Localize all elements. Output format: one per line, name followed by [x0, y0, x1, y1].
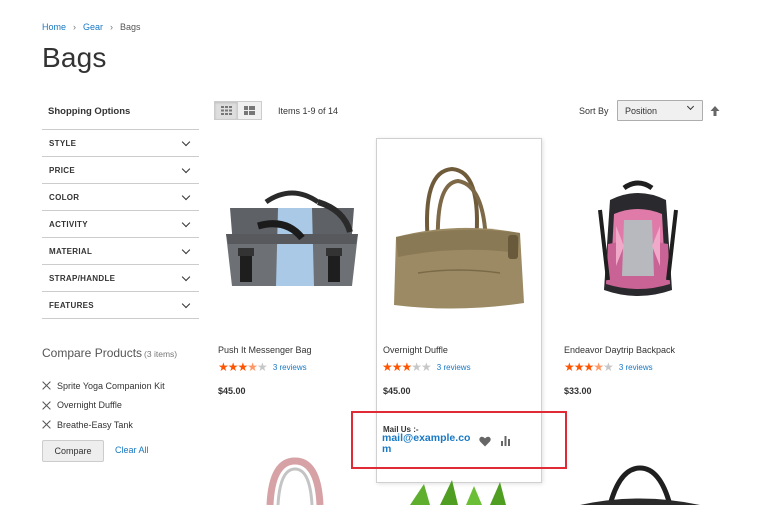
sort-select[interactable]: Position [617, 100, 703, 121]
filter-label: STRAP/HANDLE [49, 273, 116, 283]
compare-button[interactable]: Compare [42, 440, 104, 462]
product-rating: ★★★★★ 3 reviews [564, 361, 653, 373]
filter-label: ACTIVITY [49, 219, 88, 229]
chevron-down-icon [181, 245, 191, 254]
chevron-down-icon [686, 102, 695, 111]
chevron-down-icon [181, 272, 191, 281]
filter-label: FEATURES [49, 300, 94, 310]
breadcrumb-home[interactable]: Home [42, 22, 66, 32]
product-image-messenger-bag[interactable] [218, 188, 366, 292]
clear-all-link[interactable]: Clear All [115, 445, 149, 455]
sort-value: Position [625, 105, 658, 116]
reviews-link[interactable]: 3 reviews [619, 363, 653, 372]
product-name[interactable]: Endeavor Daytrip Backpack [564, 345, 675, 355]
product-rating: ★★★★★ 3 reviews [382, 361, 471, 373]
chevron-down-icon [181, 299, 191, 308]
chevron-down-icon [181, 218, 191, 227]
rating-stars: ★★★★★ [564, 360, 614, 374]
product-rating: ★★★★★ 3 reviews [218, 361, 307, 373]
product-price: $45.00 [383, 386, 411, 396]
list-icon [244, 106, 255, 115]
product-price: $33.00 [564, 386, 592, 396]
filter-strap-handle[interactable]: STRAP/HANDLE [42, 265, 199, 292]
chevron-down-icon [181, 164, 191, 173]
product-name[interactable]: Overnight Duffle [383, 345, 448, 355]
heart-icon[interactable] [479, 436, 491, 447]
remove-icon[interactable] [42, 401, 51, 410]
chevron-right-icon: › [110, 22, 114, 32]
compare-item: Breathe-Easy Tank [42, 415, 165, 435]
bar-chart-icon[interactable] [500, 435, 511, 446]
compare-item: Overnight Duffle [42, 396, 165, 416]
filter-activity[interactable]: ACTIVITY [42, 211, 199, 238]
filter-color[interactable]: COLOR [42, 184, 199, 211]
product-image-overnight-duffle[interactable] [388, 163, 528, 315]
grid-view-button[interactable] [214, 101, 238, 120]
remove-icon[interactable] [42, 381, 51, 390]
reviews-link[interactable]: 3 reviews [437, 363, 471, 372]
filter-label: MATERIAL [49, 246, 93, 256]
rating-stars: ★★★★★ [218, 360, 268, 374]
product-name[interactable]: Push It Messenger Bag [218, 345, 312, 355]
arrow-up-icon[interactable] [709, 104, 721, 118]
filter-price[interactable]: PRICE [42, 157, 199, 184]
filter-material[interactable]: MATERIAL [42, 238, 199, 265]
compare-title: Compare Products (3 items) [42, 346, 177, 360]
breadcrumb-gear[interactable]: Gear [83, 22, 103, 32]
view-mode-switcher [214, 101, 262, 120]
chevron-right-icon: › [73, 22, 77, 32]
filter-features[interactable]: FEATURES [42, 292, 199, 319]
grid-icon [220, 106, 232, 115]
filter-label: STYLE [49, 138, 77, 148]
filter-list: STYLE PRICE COLOR ACTIVITY MATERIAL STRA… [42, 129, 199, 319]
product-image-row2-tote[interactable] [250, 455, 340, 505]
chevron-down-icon [181, 137, 191, 146]
items-count: Items 1-9 of 14 [278, 106, 339, 116]
sort-by-label: Sort By [579, 106, 609, 116]
list-view-button[interactable] [238, 101, 262, 120]
compare-item-name[interactable]: Breathe-Easy Tank [57, 420, 133, 430]
product-price: $45.00 [218, 386, 246, 396]
mail-address-link[interactable]: mail@example.com [382, 433, 474, 455]
compare-list: Sprite Yoga Companion Kit Overnight Duff… [42, 376, 165, 435]
product-image-row2-green-bag[interactable] [400, 478, 520, 505]
product-image-backpack[interactable] [594, 180, 682, 302]
breadcrumb-bags: Bags [120, 22, 141, 32]
breadcrumb: Home › Gear › Bags [42, 22, 141, 32]
compare-item-name[interactable]: Sprite Yoga Companion Kit [57, 381, 165, 391]
page-title: Bags [42, 42, 107, 73]
rating-stars: ★★★★★ [382, 360, 432, 374]
chevron-down-icon [181, 191, 191, 200]
product-image-row2-duffle[interactable] [580, 462, 700, 505]
shopping-options-title: Shopping Options [48, 106, 131, 117]
filter-style[interactable]: STYLE [42, 130, 199, 157]
compare-title-text: Compare Products [42, 346, 143, 360]
compare-count: (3 items) [144, 349, 178, 359]
filter-label: PRICE [49, 165, 75, 175]
reviews-link[interactable]: 3 reviews [273, 363, 307, 372]
remove-icon[interactable] [42, 420, 51, 429]
compare-item: Sprite Yoga Companion Kit [42, 376, 165, 396]
filter-label: COLOR [49, 192, 80, 202]
compare-item-name[interactable]: Overnight Duffle [57, 400, 122, 410]
